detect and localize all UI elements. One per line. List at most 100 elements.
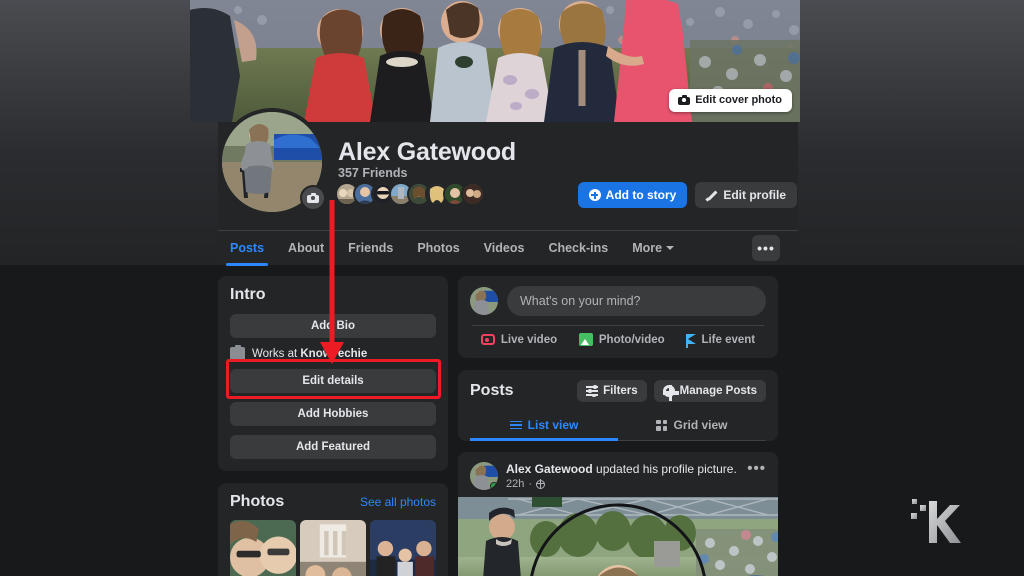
grid-view-label: Grid view — [673, 418, 728, 432]
tab-posts-label: Posts — [230, 241, 265, 255]
post-image-photo — [458, 497, 778, 576]
edit-cover-photo-label: Edit cover photo — [695, 94, 782, 106]
life-event-button[interactable]: Life event — [686, 333, 756, 348]
tab-friends[interactable]: Friends — [336, 231, 405, 266]
add-to-story-button[interactable]: Add to story — [577, 182, 688, 208]
screenshot-root: Edit cover photo Alex Gatewood 357 Frien… — [0, 0, 1024, 576]
add-hobbies-label: Add Hobbies — [297, 408, 369, 420]
tab-check-ins-label: Check-ins — [548, 241, 609, 255]
tab-videos[interactable]: Videos — [472, 231, 537, 266]
friend-avatar[interactable] — [461, 182, 485, 206]
add-featured-label: Add Featured — [295, 441, 371, 453]
tab-about-label: About — [288, 241, 325, 255]
filter-icon — [586, 385, 599, 397]
globe-icon[interactable] — [535, 479, 546, 489]
posts-card-header: Posts Filters Manage Posts — [470, 380, 766, 402]
composer-actions: Live video Photo/video Life event — [470, 333, 766, 348]
friend-avatars[interactable] — [335, 182, 485, 206]
tab-more[interactable]: More — [620, 231, 686, 266]
grid-icon — [656, 419, 668, 431]
camera-icon — [307, 193, 319, 203]
ellipsis-icon: ••• — [757, 240, 775, 256]
cover-photo[interactable]: Edit cover photo — [190, 0, 800, 122]
post-byline: Alex Gatewood updated his profile pictur… — [506, 462, 739, 476]
edit-profile-button[interactable]: Edit profile — [695, 182, 797, 208]
photo-thumbnail[interactable] — [300, 520, 366, 576]
photo-video-button[interactable]: Photo/video — [578, 333, 665, 346]
friends-count[interactable]: 357 Friends — [338, 166, 407, 180]
photo-thumbnail[interactable] — [370, 520, 436, 576]
gear-icon — [662, 385, 680, 402]
manage-posts-label: Manage Posts — [679, 385, 757, 397]
work-prefix: Works at — [252, 347, 301, 360]
camera-icon — [678, 95, 691, 105]
work-info: Works at KnowTechie — [230, 344, 436, 360]
post-composer-card: What's on your mind? Live video Photo/vi… — [458, 276, 778, 358]
photos-card-header: Photos See all photos — [230, 493, 436, 511]
composer-row: What's on your mind? — [470, 286, 766, 316]
see-all-photos-link[interactable]: See all photos — [360, 495, 436, 509]
live-video-button[interactable]: Live video — [480, 333, 558, 346]
tab-more-label: More — [632, 241, 663, 255]
tab-friends-label: Friends — [348, 241, 394, 255]
post-timestamp-row: 22h · — [506, 478, 739, 490]
post-header: Alex Gatewood updated his profile pictur… — [458, 452, 778, 497]
add-to-story-label: Add to story — [605, 188, 677, 202]
plus-circle-icon — [588, 189, 601, 201]
live-video-label: Live video — [500, 333, 558, 346]
list-view-label: List view — [527, 418, 579, 432]
add-featured-button[interactable]: Add Featured — [230, 435, 436, 459]
post-menu-button[interactable]: ••• — [747, 461, 766, 476]
photo-grid — [230, 520, 436, 576]
composer-avatar[interactable] — [470, 287, 498, 315]
posts-title: Posts — [470, 382, 514, 399]
add-hobbies-button[interactable]: Add Hobbies — [230, 402, 436, 426]
tab-photos-label: Photos — [417, 241, 460, 255]
filters-button[interactable]: Filters — [577, 380, 647, 402]
chevron-down-icon — [666, 246, 675, 250]
nav-overflow-button[interactable]: ••• — [752, 235, 780, 261]
list-icon — [509, 420, 522, 430]
briefcase-icon — [230, 344, 245, 360]
profile-action-buttons: Add to story Edit profile — [577, 182, 797, 208]
manage-posts-button[interactable]: Manage Posts — [653, 380, 766, 402]
edit-details-label: Edit details — [302, 375, 364, 387]
right-column: What's on your mind? Live video Photo/vi… — [458, 276, 778, 576]
filters-label: Filters — [603, 385, 638, 397]
add-bio-button[interactable]: Add Bio — [230, 314, 436, 338]
online-status-indicator — [490, 482, 498, 490]
post-meta: Alex Gatewood updated his profile pictur… — [506, 462, 739, 490]
post-image[interactable] — [458, 497, 778, 576]
post-author-name[interactable]: Alex Gatewood — [506, 462, 593, 476]
pencil-icon — [706, 189, 718, 201]
feed-post: Alex Gatewood updated his profile pictur… — [458, 452, 778, 576]
tab-grid-view[interactable]: Grid view — [618, 411, 766, 440]
intro-title: Intro — [230, 286, 266, 303]
tab-posts[interactable]: Posts — [218, 231, 276, 266]
edit-details-button[interactable]: Edit details — [230, 369, 436, 393]
post-view-tabs: List view Grid view — [470, 411, 766, 441]
profile-name: Alex Gatewood — [338, 138, 516, 166]
intro-card: Intro Add Bio Works at KnowTechie Edit d… — [218, 276, 448, 471]
photo-thumbnail[interactable] — [230, 520, 296, 576]
edit-cover-photo-button[interactable]: Edit cover photo — [669, 89, 792, 112]
add-bio-label: Add Bio — [310, 320, 356, 332]
composer-placeholder: What's on your mind? — [520, 294, 641, 308]
change-avatar-button[interactable] — [300, 185, 326, 211]
life-event-label: Life event — [701, 333, 756, 346]
live-video-icon — [480, 334, 495, 345]
divider — [472, 325, 764, 326]
edit-profile-label: Edit profile — [723, 188, 786, 202]
composer-input[interactable]: What's on your mind? — [507, 286, 766, 316]
tab-photos[interactable]: Photos — [405, 231, 471, 266]
tab-about[interactable]: About — [276, 231, 336, 266]
tab-list-view[interactable]: List view — [470, 411, 618, 441]
profile-nav-tabs: Posts About Friends Photos Videos Check-… — [218, 230, 798, 266]
post-author-avatar[interactable] — [470, 462, 498, 490]
tab-videos-label: Videos — [483, 241, 525, 255]
photo-video-label: Photo/video — [598, 333, 665, 346]
knowtechie-logo-mark — [911, 499, 961, 543]
tab-check-ins[interactable]: Check-ins — [536, 231, 620, 266]
work-employer: KnowTechie — [300, 347, 368, 360]
post-timestamp[interactable]: 22h — [506, 478, 524, 490]
